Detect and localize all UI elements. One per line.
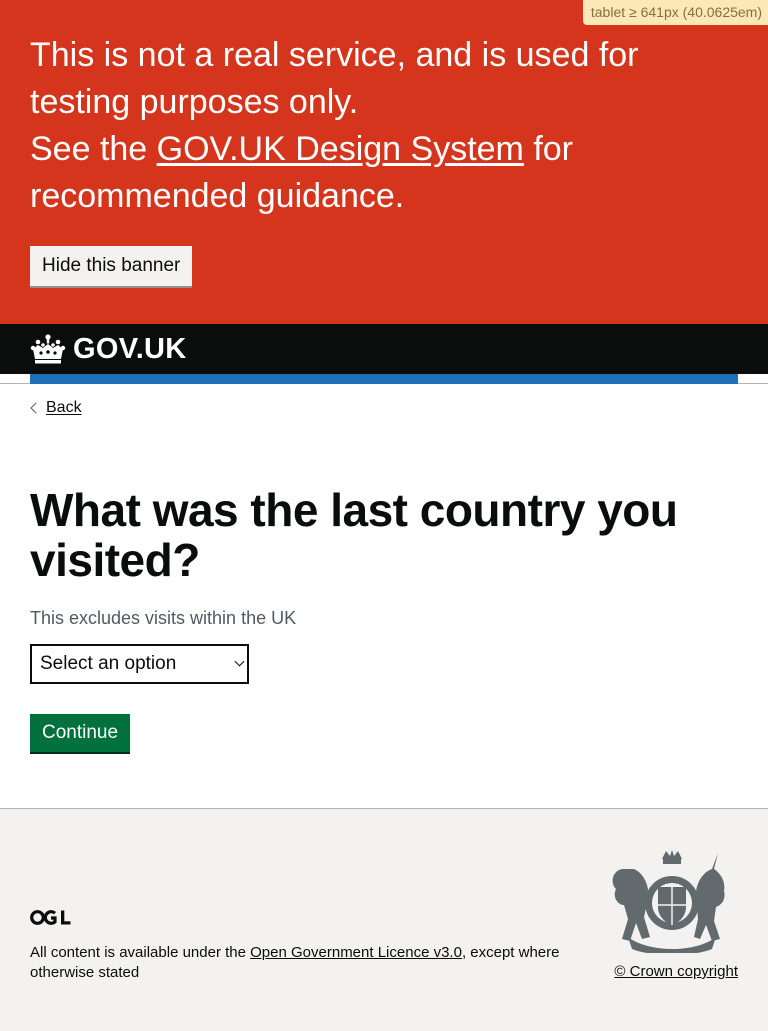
breakpoint-indicator: tablet ≥ 641px (40.0625em) [582, 0, 768, 25]
licence-prefix: All content is available under the [30, 944, 251, 961]
main-content: Back What was the last country you visit… [0, 384, 768, 752]
crown-copyright-link[interactable]: © Crown copyright [614, 963, 738, 980]
test-service-banner: This is not a real service, and is used … [0, 0, 768, 324]
banner-line-1: This is not a real service, and is used … [30, 36, 639, 121]
back-link[interactable]: Back [30, 399, 82, 417]
page-title: What was the last country you visited? [30, 484, 678, 586]
banner-line-2-prefix: See the [30, 130, 157, 168]
banner-line-2: See the GOV.UK Design System for recomme… [30, 126, 670, 220]
design-system-link[interactable]: GOV.UK Design System [157, 130, 524, 168]
licence-text: All content is available under the Open … [30, 943, 590, 983]
open-government-licence-link[interactable]: Open Government Licence v3.0 [250, 944, 462, 961]
crown-icon [30, 334, 66, 364]
header-blue-rule [30, 374, 738, 384]
country-select-wrapper: Select an option [30, 644, 249, 684]
logo-text: GOV.UK [73, 332, 187, 365]
site-header: GOV.UK [0, 324, 768, 384]
chevron-left-icon [30, 402, 42, 414]
site-footer: All content is available under the Open … [0, 808, 768, 1031]
hint-text: This excludes visits within the UK [30, 608, 297, 628]
banner-message: This is not a real service, and is used … [30, 32, 738, 220]
ogl-icon [30, 910, 71, 925]
back-link-label: Back [46, 399, 82, 416]
royal-coat-of-arms-icon [612, 850, 725, 953]
govuk-logo-link[interactable]: GOV.UK [30, 333, 187, 366]
hide-banner-button[interactable]: Hide this banner [30, 246, 193, 286]
continue-button[interactable]: Continue [30, 714, 131, 752]
country-select[interactable]: Select an option [30, 644, 249, 684]
